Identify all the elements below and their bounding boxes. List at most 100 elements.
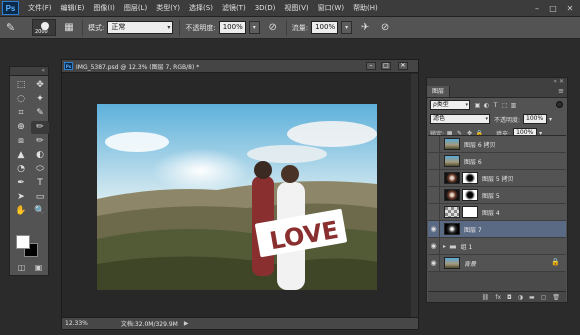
opacity-arrow-icon[interactable]: ▾ xyxy=(549,116,552,123)
tab-layers[interactable]: 图层 xyxy=(427,86,451,97)
doc-maximize-button[interactable]: □ xyxy=(381,62,391,70)
brush-tool-icon[interactable]: ✎ xyxy=(6,20,22,36)
crop-tool-icon[interactable]: ⌗ xyxy=(12,107,30,120)
menu-filter[interactable]: 滤镜(T) xyxy=(222,3,246,13)
mask-icon[interactable]: ◘ xyxy=(507,294,512,301)
maximize-button[interactable]: □ xyxy=(546,3,560,14)
menu-file[interactable]: 文件(F) xyxy=(28,3,52,13)
history-brush-tool-icon[interactable]: ✏ xyxy=(31,135,49,148)
minimize-button[interactable]: – xyxy=(530,3,544,14)
flow-dropdown[interactable]: ▾ xyxy=(341,21,353,34)
brush-preset-picker[interactable]: 2000 xyxy=(32,19,56,36)
menu-window[interactable]: 窗口(W) xyxy=(318,3,344,13)
visibility-eye-icon[interactable]: ◉ xyxy=(428,237,440,255)
filter-shape-icon[interactable]: ⬚ xyxy=(500,102,509,109)
doc-close-button[interactable]: ✕ xyxy=(398,62,408,70)
zoom-tool-icon[interactable]: 🔍 xyxy=(31,205,49,218)
type-tool-icon[interactable]: T xyxy=(31,177,49,190)
screen-mode-icon[interactable]: ▣ xyxy=(35,263,43,275)
folder-icon[interactable]: ▬ xyxy=(529,294,535,301)
doc-minimize-button[interactable]: – xyxy=(366,62,376,70)
layer-row[interactable]: 图层 5 拷贝 xyxy=(428,169,566,187)
tools-grid: ⬚ ✥ ◌ ✦ ⌗ ✎ ⊕ ✏ ⧈ ✏ ▲ ◐ ◔ ⬭ ✒ T ➤ ▭ ✋ 🔍 xyxy=(10,76,49,218)
filter-pixel-icon[interactable]: ▣ xyxy=(473,102,482,109)
adjustment-icon[interactable]: ◑ xyxy=(518,294,523,301)
layer-opacity-input[interactable]: 100% xyxy=(523,114,548,124)
visibility-eye-icon[interactable]: ◉ xyxy=(428,220,440,238)
options-bar: ✎ 2000 ▦ 模式: 正常 ▾ 不透明度: 100% ▾ ⊘ 流量: 100%… xyxy=(0,17,580,39)
filter-kind-select[interactable]: ρ类型 ▾ xyxy=(430,100,470,110)
folder-icon: ▬ xyxy=(449,241,457,251)
marquee-tool-icon[interactable]: ⬚ xyxy=(12,79,30,92)
layer-row-selected[interactable]: ◉ 图层 7 xyxy=(428,220,566,238)
layer-row[interactable]: 图层 6 xyxy=(428,152,566,170)
eyedropper-tool-icon[interactable]: ✎ xyxy=(31,107,49,120)
dodge-tool-icon[interactable]: ⬭ xyxy=(31,163,49,176)
quick-mask-icon[interactable]: ◫ xyxy=(18,263,26,275)
layer-row[interactable]: 图层 4 xyxy=(428,203,566,221)
opacity-input[interactable]: 100% xyxy=(218,21,246,34)
fx-icon[interactable]: fx xyxy=(495,294,501,301)
flow-input[interactable]: 100% xyxy=(311,21,339,34)
expand-group-icon[interactable]: ▸ xyxy=(443,243,446,250)
brush-tool-icon[interactable]: ✏ xyxy=(31,121,49,134)
visibility-toggle[interactable] xyxy=(428,203,440,221)
layer-row[interactable]: ◉ 背景 🔒 xyxy=(428,254,566,272)
zoom-level[interactable]: 12.33% xyxy=(65,320,88,327)
healing-brush-tool-icon[interactable]: ⊕ xyxy=(12,121,30,134)
blur-tool-icon[interactable]: ◔ xyxy=(12,163,30,176)
layers-panel-topbar[interactable]: « ✕ xyxy=(427,78,567,86)
tools-panel-header[interactable]: « xyxy=(10,67,48,76)
menu-help[interactable]: 帮助(H) xyxy=(353,3,378,13)
blend-mode-select[interactable]: 滤色 ▾ xyxy=(430,114,490,124)
link-icon[interactable]: ⛓ xyxy=(482,294,490,301)
filter-type-icon[interactable]: T xyxy=(491,102,500,109)
canvas-area[interactable]: LOVE xyxy=(62,74,418,318)
pressure-size-icon[interactable]: ⊘ xyxy=(378,21,392,35)
filter-smart-icon[interactable]: ▥ xyxy=(509,102,518,109)
photoshop-logo[interactable]: Ps xyxy=(2,1,19,15)
opacity-dropdown[interactable]: ▾ xyxy=(248,21,260,34)
visibility-toggle[interactable] xyxy=(428,152,440,170)
document-status-bar: 12.33% 文档:32.0M/329.9M ▶ xyxy=(62,317,418,329)
visibility-eye-icon[interactable]: ◉ xyxy=(428,254,440,272)
menu-layer[interactable]: 图层(L) xyxy=(124,3,147,13)
menu-edit[interactable]: 编辑(E) xyxy=(61,3,85,13)
layer-row[interactable]: 图层 5 xyxy=(428,186,566,204)
foreground-color-swatch[interactable] xyxy=(16,235,30,249)
eraser-tool-icon[interactable]: ▲ xyxy=(12,149,30,162)
visibility-toggle[interactable] xyxy=(428,135,440,153)
filter-toggle[interactable] xyxy=(556,101,563,108)
menu-3d[interactable]: 3D(D) xyxy=(255,4,276,12)
magic-wand-tool-icon[interactable]: ✦ xyxy=(31,93,49,106)
layer-row[interactable]: ◉ ▸ ▬ 组 1 xyxy=(428,237,566,255)
airbrush-icon[interactable]: ✈ xyxy=(358,21,372,35)
pen-tool-icon[interactable]: ✒ xyxy=(12,177,30,190)
menu-image[interactable]: 图像(I) xyxy=(93,3,115,13)
menu-view[interactable]: 视图(V) xyxy=(284,3,308,13)
vertical-scrollbar[interactable] xyxy=(411,74,418,318)
new-layer-icon[interactable]: ▢ xyxy=(541,294,547,301)
rectangle-tool-icon[interactable]: ▭ xyxy=(31,191,49,204)
status-menu-arrow-icon[interactable]: ▶ xyxy=(184,320,189,327)
trash-icon[interactable]: 🗑 xyxy=(552,294,560,301)
mode-select[interactable]: 正常 ▾ xyxy=(107,21,174,34)
visibility-toggle[interactable] xyxy=(428,169,440,187)
menu-type[interactable]: 类型(Y) xyxy=(156,3,180,13)
document-titlebar[interactable]: Ps IMG_5387.psd @ 12.3% (图层 7, RGB/8) * … xyxy=(62,60,418,73)
visibility-toggle[interactable] xyxy=(428,186,440,204)
lasso-tool-icon[interactable]: ◌ xyxy=(12,93,30,106)
pressure-opacity-icon[interactable]: ⊘ xyxy=(266,21,280,35)
panel-menu-icon[interactable]: ≡ xyxy=(558,87,564,95)
menu-select[interactable]: 选择(S) xyxy=(189,3,213,13)
gradient-tool-icon[interactable]: ◐ xyxy=(31,149,49,162)
path-selection-tool-icon[interactable]: ➤ xyxy=(12,191,30,204)
canvas-photo[interactable]: LOVE xyxy=(97,104,377,290)
hand-tool-icon[interactable]: ✋ xyxy=(12,205,30,218)
clone-stamp-tool-icon[interactable]: ⧈ xyxy=(12,135,30,148)
layer-row[interactable]: 图层 6 拷贝 xyxy=(428,135,566,153)
close-button[interactable]: ✕ xyxy=(563,3,577,14)
filter-adjustment-icon[interactable]: ◐ xyxy=(482,102,491,109)
brush-panel-icon[interactable]: ▦ xyxy=(62,21,76,35)
move-tool-icon[interactable]: ✥ xyxy=(31,79,49,92)
